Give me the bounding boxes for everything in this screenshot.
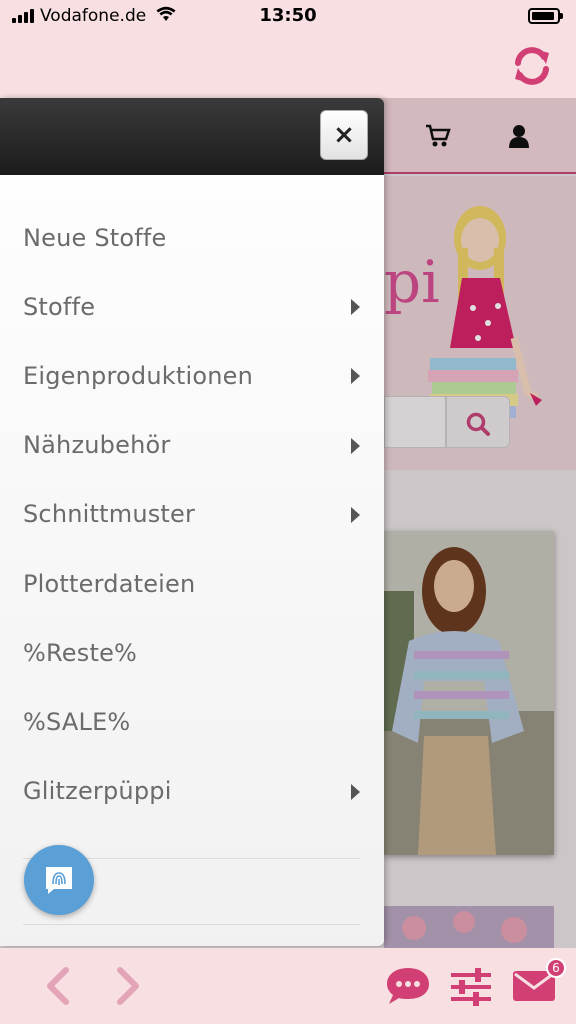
menu-item-eigenproduktionen[interactable]: Eigenproduktionen [0,341,384,410]
chevron-right-icon [351,368,360,385]
menu-item-label: Nähzubehör [23,431,171,460]
mail-badge: 6 [546,958,566,978]
status-bar: Vodafone.de 13:50 [0,0,576,36]
filter-icon[interactable] [449,968,493,1006]
chevron-right-icon [351,299,360,316]
chevron-right-icon [351,437,360,454]
menu-item-glitzerpueppi[interactable]: Glitzerpüppi [0,757,384,826]
menu-item-label: Schnittmuster [23,500,196,529]
menu-item-schnittmuster[interactable]: Schnittmuster [0,480,384,549]
chevron-right-icon [351,783,360,800]
close-button[interactable]: × [320,110,368,160]
menu-item-label: Neue Stoffe [23,223,167,252]
menu-item-plotterdateien[interactable]: Plotterdateien [0,549,384,618]
menu-item-stoffe[interactable]: Stoffe [0,272,384,341]
top-bar [0,36,576,98]
close-icon: × [333,120,355,150]
side-menu: × Neue Stoffe Stoffe Eigenproduktionen N… [0,98,384,946]
menu-item-sale[interactable]: %SALE% [0,687,384,756]
menu-header: × [0,98,384,175]
menu-item-label: Stoffe [23,292,96,321]
fingerprint-icon [46,867,72,894]
menu-item-label: Plotterdateien [23,569,196,598]
forward-icon[interactable] [112,966,144,1006]
menu-item-label: Eigenproduktionen [23,361,253,390]
menu-item-label: %Reste% [23,638,138,667]
refresh-icon[interactable] [510,44,554,88]
menu-item-label: %SALE% [23,707,131,736]
bottom-toolbar [0,948,576,1024]
chat-icon[interactable] [385,966,431,1006]
menu-item-reste[interactable]: %Reste% [0,618,384,687]
chevron-right-icon [351,506,360,523]
battery-icon [528,8,563,24]
menu-item-neue-stoffe[interactable]: Neue Stoffe [0,203,384,272]
fingerprint-chat-button[interactable] [24,845,94,915]
menu-item-label: Glitzerpüppi [23,777,172,806]
menu-list: Neue Stoffe Stoffe Eigenproduktionen Näh… [0,203,384,826]
back-icon[interactable] [42,966,74,1006]
clock: 13:50 [259,5,317,26]
menu-divider [23,924,360,925]
menu-item-naehzubehoer[interactable]: Nähzubehör [0,411,384,480]
